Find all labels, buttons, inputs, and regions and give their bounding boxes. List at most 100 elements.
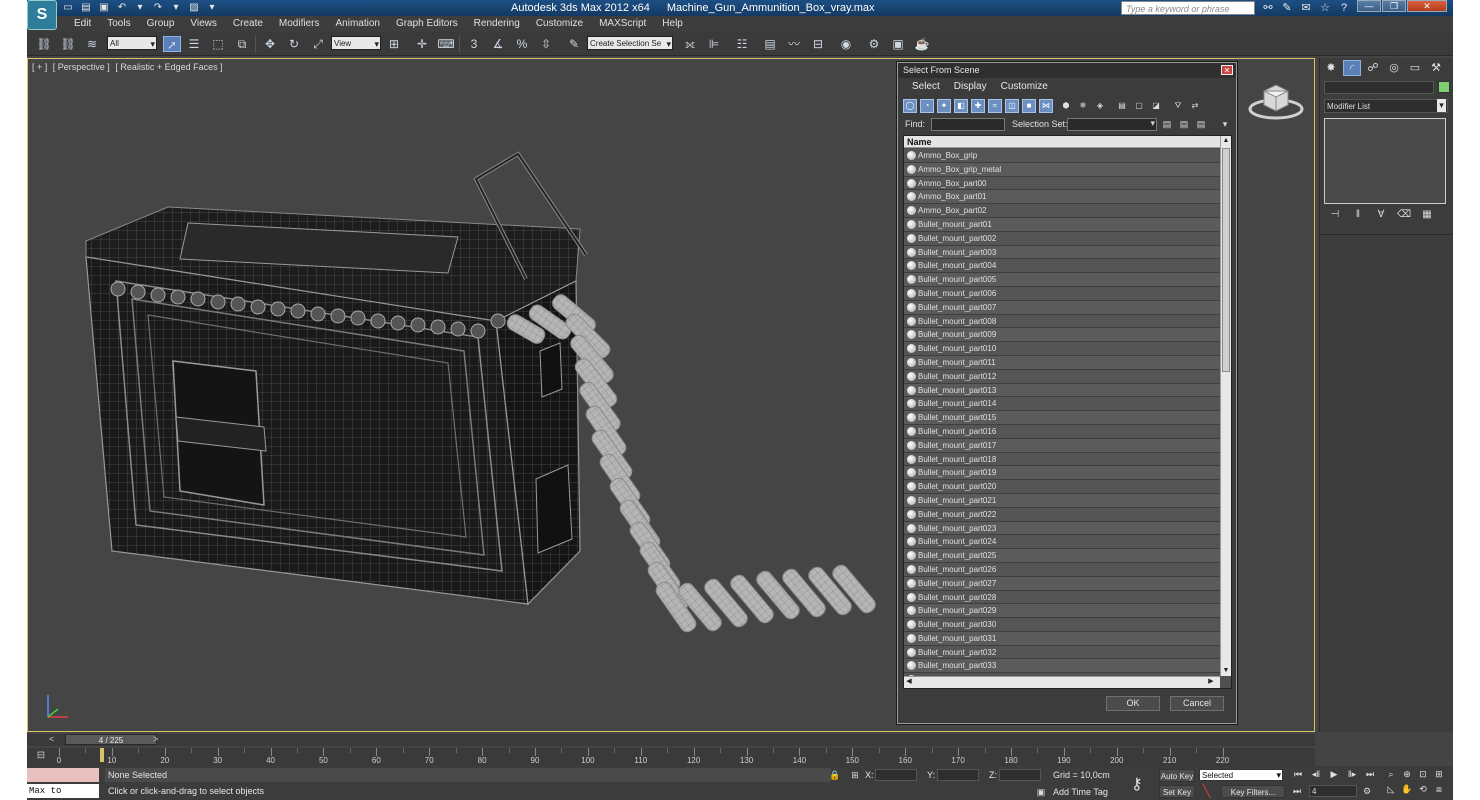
open-file-icon[interactable]: ▤ bbox=[79, 2, 93, 14]
list-item[interactable]: Bullet_mount_part027 bbox=[904, 576, 1220, 591]
list-item[interactable]: Bullet_mount_part003 bbox=[904, 245, 1220, 260]
keyboard-shortcut-override-icon[interactable]: ⌨ bbox=[437, 36, 455, 52]
set-keys-icon[interactable]: ⚷ bbox=[1131, 774, 1143, 794]
bind-to-space-warp-icon[interactable]: ≋ bbox=[83, 36, 101, 52]
unlink-selection-icon[interactable]: ⛓ bbox=[59, 36, 77, 52]
make-unique-icon[interactable]: ∀ bbox=[1374, 208, 1388, 222]
maxscript-input[interactable]: Max to Physc. bbox=[27, 784, 99, 798]
list-item[interactable]: Bullet_mount_part024 bbox=[904, 535, 1220, 550]
time-slider[interactable]: < 4 / 225 > bbox=[27, 734, 1315, 746]
ok-button[interactable]: OK bbox=[1106, 696, 1160, 711]
display-lights-icon[interactable]: ✦ bbox=[937, 99, 951, 113]
dialog-menu-display[interactable]: Display bbox=[954, 79, 987, 95]
zoom-extents-all-icon[interactable]: ⊞ bbox=[1433, 768, 1445, 780]
scroll-down-icon[interactable]: ▼ bbox=[1221, 666, 1231, 676]
list-item[interactable]: Bullet_mount_part007 bbox=[904, 300, 1220, 315]
list-item[interactable]: Bullet_mount_part01 bbox=[904, 217, 1220, 232]
pin-stack-icon[interactable]: ⊣ bbox=[1328, 208, 1342, 222]
list-item[interactable]: Bullet_mount_part030 bbox=[904, 618, 1220, 632]
list-item[interactable]: Bullet_mount_part014 bbox=[904, 397, 1220, 412]
select-and-rotate-icon[interactable]: ↻ bbox=[285, 36, 303, 52]
use-pivot-center-icon[interactable]: ⊞ bbox=[385, 36, 403, 52]
viewcube-icon[interactable] bbox=[1248, 81, 1308, 121]
list-item[interactable]: Bullet_mount_part002 bbox=[904, 231, 1220, 246]
list-item[interactable]: Bullet_mount_part020 bbox=[904, 480, 1220, 494]
dialog-close-button[interactable]: ✕ bbox=[1221, 65, 1233, 75]
new-file-icon[interactable]: ▭ bbox=[61, 2, 75, 14]
display-tab-icon[interactable]: ▭ bbox=[1406, 60, 1424, 76]
percent-snap-icon[interactable]: % bbox=[513, 36, 531, 52]
communication-icon[interactable]: ✉ bbox=[1299, 1, 1313, 15]
track-ruler[interactable]: 0 10 20 30 40 50 60 70 80 90 100 110 120 130 140 150 160… bbox=[57, 748, 1279, 766]
remove-modifier-icon[interactable]: ⌫ bbox=[1397, 208, 1411, 222]
display-cameras-icon[interactable]: ◧ bbox=[954, 99, 968, 113]
list-item[interactable]: Bullet_mount_part021 bbox=[904, 493, 1220, 508]
mini-curve-editor-icon[interactable]: ⊟ bbox=[33, 750, 49, 762]
mirror-icon[interactable]: ⟗ bbox=[681, 36, 699, 52]
material-editor-icon[interactable]: ◉ bbox=[837, 36, 855, 52]
list-item[interactable]: Bullet_mount_part026 bbox=[904, 562, 1220, 577]
object-name-field[interactable] bbox=[1324, 81, 1434, 94]
x-coordinate-field[interactable] bbox=[875, 769, 917, 781]
vertical-scroll-thumb[interactable] bbox=[1222, 148, 1230, 372]
list-item[interactable]: Bullet_mount_part029 bbox=[904, 604, 1220, 619]
track-bar[interactable]: ⊟ 0 10 20 30 40 50 60 70 80 90 100 110 120 130 140 150 1… bbox=[27, 748, 1315, 766]
window-crossing-icon[interactable]: ⧉ bbox=[233, 36, 251, 52]
save-file-icon[interactable]: ▣ bbox=[97, 2, 111, 14]
rectangular-selection-icon[interactable]: ⬚ bbox=[209, 36, 227, 52]
selection-set-dropdown[interactable] bbox=[1067, 118, 1157, 131]
close-window-button[interactable]: ✕ bbox=[1407, 0, 1447, 12]
list-item[interactable]: Bullet_mount_part022 bbox=[904, 507, 1220, 522]
list-item[interactable]: Bullet_mount_part011 bbox=[904, 355, 1220, 370]
angle-snap-icon[interactable]: ∡ bbox=[489, 36, 507, 52]
dialog-menu-customize[interactable]: Customize bbox=[1001, 79, 1048, 95]
remove-selection-set-icon[interactable]: ▤ bbox=[1195, 118, 1207, 131]
list-item[interactable]: Bullet_mount_part018 bbox=[904, 452, 1220, 467]
scroll-left-icon[interactable]: ◀ bbox=[904, 677, 914, 687]
project-folder-icon[interactable]: ▨ bbox=[187, 2, 201, 14]
filter-icon[interactable]: ⛛ bbox=[1171, 99, 1185, 113]
binoculars-icon[interactable]: ⚯ bbox=[1261, 1, 1275, 15]
key-mode-dropdown[interactable]: Selected bbox=[1199, 769, 1283, 781]
subscription-icon[interactable]: ✎ bbox=[1280, 1, 1294, 15]
display-containers-icon[interactable]: ⬢ bbox=[1059, 99, 1073, 113]
orbit-icon[interactable]: ⟲ bbox=[1417, 783, 1429, 795]
time-slider-frame-label[interactable]: 4 / 225 bbox=[65, 734, 157, 745]
key-mode-toggle-icon[interactable]: ⏭ bbox=[1291, 785, 1303, 797]
key-filters-button[interactable]: Key Filters... bbox=[1221, 785, 1285, 798]
curve-editor-icon[interactable]: 〰 bbox=[785, 36, 803, 52]
menu-group[interactable]: Group bbox=[140, 17, 184, 31]
list-item[interactable]: Bullet_mount_part019 bbox=[904, 466, 1220, 481]
menu-rendering[interactable]: Rendering bbox=[467, 17, 529, 31]
redo-icon[interactable]: ↷ bbox=[151, 2, 165, 14]
undo-dropdown-icon[interactable]: ▾ bbox=[133, 2, 147, 14]
list-item[interactable]: Bullet_mount_part016 bbox=[904, 424, 1220, 439]
hierarchy-tab-icon[interactable]: ☍ bbox=[1364, 60, 1382, 76]
display-bones-icon[interactable]: ⋈ bbox=[1039, 99, 1053, 113]
list-item[interactable]: Bullet_mount_part032 bbox=[904, 645, 1220, 660]
named-selection-sets-dropdown[interactable]: Create Selection Se bbox=[587, 36, 673, 51]
list-item[interactable]: Bullet_mount_part033 bbox=[904, 659, 1220, 674]
next-frame-icon[interactable]: ‖▸ bbox=[1345, 768, 1359, 780]
utilities-tab-icon[interactable]: ⚒ bbox=[1427, 60, 1445, 76]
find-input[interactable] bbox=[931, 118, 1005, 131]
list-item[interactable]: Ammo_Box_part00 bbox=[904, 176, 1220, 191]
zoom-icon[interactable]: ⌕ bbox=[1385, 768, 1397, 780]
list-item[interactable]: Bullet_mount_part008 bbox=[904, 314, 1220, 329]
select-and-scale-icon[interactable]: ⤢ bbox=[309, 36, 327, 52]
list-item[interactable]: Bullet_mount_part004 bbox=[904, 259, 1220, 274]
select-invert-icon[interactable]: ◪ bbox=[1149, 99, 1163, 113]
undo-icon[interactable]: ↶ bbox=[115, 2, 129, 14]
infocenter-search-input[interactable]: Type a keyword or phrase bbox=[1121, 1, 1255, 15]
pan-view-icon[interactable]: ✋ bbox=[1401, 783, 1413, 795]
display-shapes-icon[interactable]: ◔ bbox=[920, 99, 934, 113]
select-object-icon[interactable]: ➚ bbox=[163, 36, 181, 52]
favorites-star-icon[interactable]: ☆ bbox=[1318, 1, 1332, 15]
display-space-warps-icon[interactable]: ≈ bbox=[988, 99, 1002, 113]
sync-selection-icon[interactable]: ⇄ bbox=[1188, 99, 1202, 113]
current-frame-field[interactable]: 4 bbox=[1309, 785, 1357, 797]
list-item[interactable]: Ammo_Box_part01 bbox=[904, 190, 1220, 205]
add-time-tag-button[interactable]: Add Time Tag bbox=[1053, 787, 1108, 797]
list-item[interactable]: Bullet_mount_part006 bbox=[904, 286, 1220, 301]
menu-edit[interactable]: Edit bbox=[67, 17, 100, 31]
